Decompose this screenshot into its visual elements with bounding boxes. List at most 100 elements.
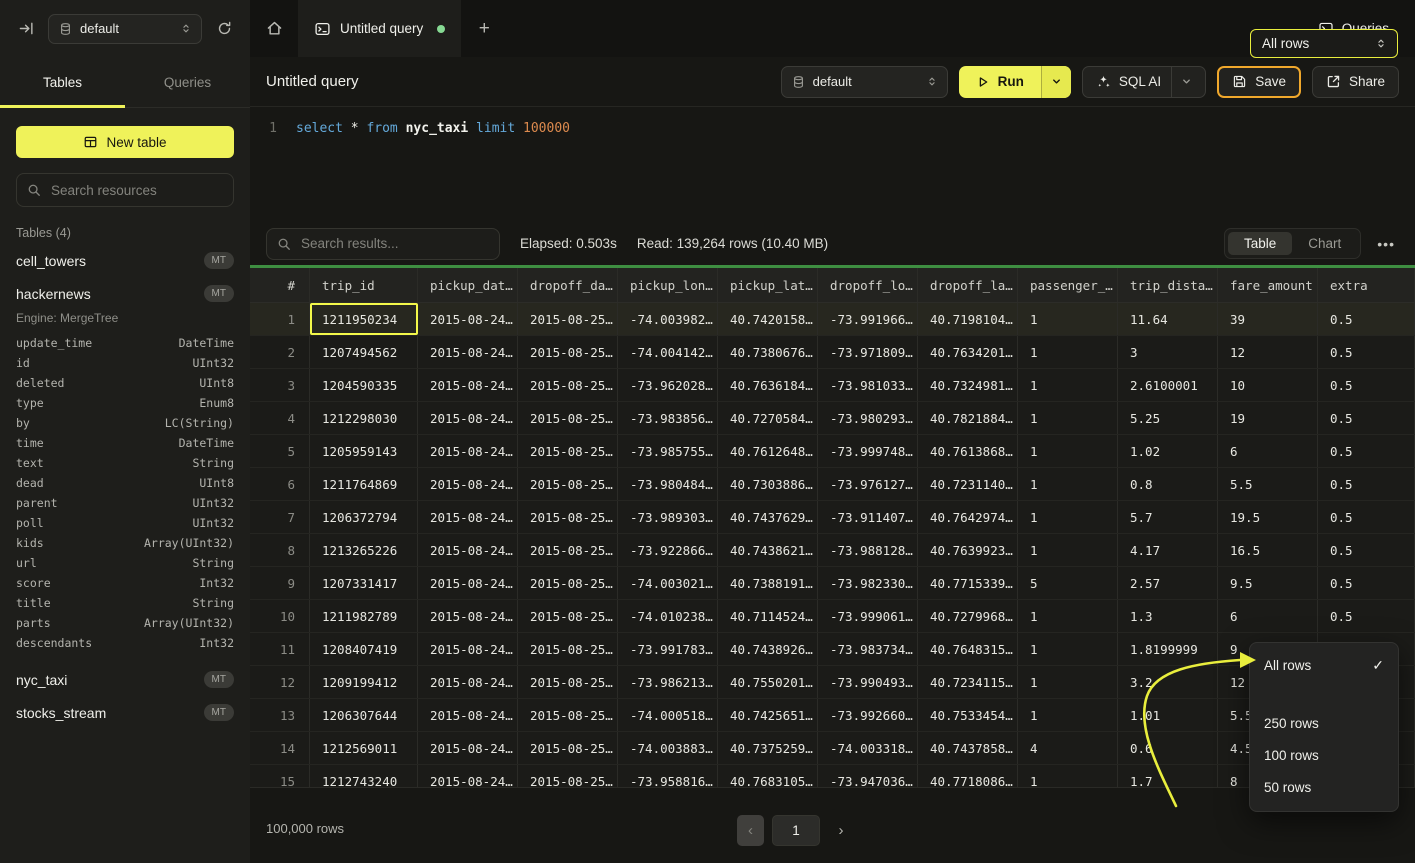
sidebar-item-table[interactable]: stocks_streamMT bbox=[0, 696, 250, 729]
table-cell[interactable]: 0.5 bbox=[1318, 501, 1415, 533]
table-cell[interactable]: 3.2 bbox=[1118, 666, 1218, 698]
table-cell[interactable]: 40.7612648… bbox=[718, 435, 818, 467]
row-index-cell[interactable]: 11 bbox=[250, 633, 310, 665]
menu-item-all-rows[interactable]: All rows✓ bbox=[1250, 649, 1398, 681]
table-cell[interactable]: 2015-08-25… bbox=[518, 633, 618, 665]
table-cell[interactable]: 2015-08-24… bbox=[418, 600, 518, 632]
table-cell[interactable]: 1 bbox=[1018, 468, 1118, 500]
table-cell[interactable]: 2015-08-24… bbox=[418, 699, 518, 731]
sidebar-item-table[interactable]: cell_towersMT bbox=[0, 244, 250, 277]
table-cell[interactable]: 40.7270584… bbox=[718, 402, 818, 434]
sidebar-tab-tables[interactable]: Tables bbox=[0, 57, 125, 107]
table-cell[interactable]: -73.986213… bbox=[618, 666, 718, 698]
table-cell[interactable]: 40.7279968… bbox=[918, 600, 1018, 632]
share-button[interactable]: Share bbox=[1312, 66, 1399, 98]
more-options-button[interactable]: ••• bbox=[1373, 232, 1399, 256]
table-cell[interactable]: 2015-08-24… bbox=[418, 435, 518, 467]
table-cell[interactable]: 1 bbox=[1018, 402, 1118, 434]
table-cell[interactable]: 2015-08-24… bbox=[418, 303, 518, 335]
table-cell[interactable]: -73.983734… bbox=[818, 633, 918, 665]
column-header[interactable]: passenger_… bbox=[1018, 268, 1118, 302]
table-cell[interactable]: 1206307644 bbox=[310, 699, 418, 731]
table-cell[interactable]: 40.7231140… bbox=[918, 468, 1018, 500]
table-cell[interactable]: 9.5 bbox=[1218, 567, 1318, 599]
table-cell[interactable]: 1.7 bbox=[1118, 765, 1218, 788]
table-cell[interactable]: 40.7388191… bbox=[718, 567, 818, 599]
table-cell[interactable]: 11.64 bbox=[1118, 303, 1218, 335]
column-header[interactable]: pickup_lon… bbox=[618, 268, 718, 302]
table-cell[interactable]: -74.000518… bbox=[618, 699, 718, 731]
table-cell[interactable]: -73.989303… bbox=[618, 501, 718, 533]
menu-item-100-rows[interactable]: 100 rows bbox=[1250, 739, 1398, 771]
table-cell[interactable]: 1207331417 bbox=[310, 567, 418, 599]
table-cell[interactable]: 2015-08-24… bbox=[418, 633, 518, 665]
table-cell[interactable]: 0.5 bbox=[1318, 369, 1415, 401]
view-tab-table[interactable]: Table bbox=[1228, 232, 1292, 255]
table-cell[interactable]: 1 bbox=[1018, 303, 1118, 335]
table-cell[interactable]: -73.976127… bbox=[818, 468, 918, 500]
table-cell[interactable]: 2.57 bbox=[1118, 567, 1218, 599]
table-cell[interactable]: 19 bbox=[1218, 402, 1318, 434]
table-cell[interactable]: -73.982330… bbox=[818, 567, 918, 599]
table-cell[interactable]: 40.7324981… bbox=[918, 369, 1018, 401]
table-cell[interactable]: -73.980293… bbox=[818, 402, 918, 434]
table-cell[interactable]: -74.003982… bbox=[618, 303, 718, 335]
table-cell[interactable]: 1212569011 bbox=[310, 732, 418, 764]
table-cell[interactable]: 1 bbox=[1018, 336, 1118, 368]
table-cell[interactable]: 1211950234 bbox=[310, 303, 418, 335]
table-cell[interactable]: 0.5 bbox=[1318, 534, 1415, 566]
table-cell[interactable]: -73.999061… bbox=[818, 600, 918, 632]
table-cell[interactable]: 40.7437858… bbox=[918, 732, 1018, 764]
table-cell[interactable]: -73.971809… bbox=[818, 336, 918, 368]
table-cell[interactable]: 16.5 bbox=[1218, 534, 1318, 566]
topbar-database-selector[interactable]: default bbox=[48, 14, 202, 44]
row-index-cell[interactable]: 15 bbox=[250, 765, 310, 788]
row-index-cell[interactable]: 12 bbox=[250, 666, 310, 698]
row-index-cell[interactable]: 13 bbox=[250, 699, 310, 731]
table-cell[interactable]: 12 bbox=[1218, 336, 1318, 368]
column-header[interactable]: trip_id bbox=[310, 268, 418, 302]
table-cell[interactable]: 40.7438621… bbox=[718, 534, 818, 566]
table-cell[interactable]: 40.7683105… bbox=[718, 765, 818, 788]
table-cell[interactable]: -73.988128… bbox=[818, 534, 918, 566]
table-cell[interactable]: 0.8 bbox=[1118, 468, 1218, 500]
table-cell[interactable]: 39 bbox=[1218, 303, 1318, 335]
table-cell[interactable]: 2015-08-24… bbox=[418, 534, 518, 566]
collapse-sidebar-button[interactable] bbox=[14, 17, 38, 41]
row-index-cell[interactable]: 6 bbox=[250, 468, 310, 500]
table-cell[interactable]: 1204590335 bbox=[310, 369, 418, 401]
view-tab-chart[interactable]: Chart bbox=[1292, 232, 1357, 255]
table-cell[interactable]: 40.7437629… bbox=[718, 501, 818, 533]
table-cell[interactable]: 6 bbox=[1218, 600, 1318, 632]
table-cell[interactable]: -73.958816… bbox=[618, 765, 718, 788]
table-cell[interactable]: -73.983856… bbox=[618, 402, 718, 434]
table-cell[interactable]: 4.17 bbox=[1118, 534, 1218, 566]
sidebar-search-input[interactable] bbox=[49, 182, 223, 199]
table-cell[interactable]: 1.02 bbox=[1118, 435, 1218, 467]
table-cell[interactable]: -73.992660… bbox=[818, 699, 918, 731]
page-size-select[interactable]: All rows bbox=[1250, 29, 1398, 58]
table-cell[interactable]: 2015-08-24… bbox=[418, 732, 518, 764]
table-cell[interactable]: 2015-08-24… bbox=[418, 336, 518, 368]
table-cell[interactable]: 1212298030 bbox=[310, 402, 418, 434]
table-cell[interactable]: 40.7648315… bbox=[918, 633, 1018, 665]
table-cell[interactable]: 1208407419 bbox=[310, 633, 418, 665]
table-cell[interactable]: 5 bbox=[1018, 567, 1118, 599]
table-cell[interactable]: -73.991966… bbox=[818, 303, 918, 335]
save-button[interactable]: Save bbox=[1217, 66, 1301, 98]
menu-item-50-rows[interactable]: 50 rows bbox=[1250, 771, 1398, 803]
table-cell[interactable]: 5.7 bbox=[1118, 501, 1218, 533]
table-cell[interactable]: 1205959143 bbox=[310, 435, 418, 467]
refresh-button[interactable] bbox=[212, 17, 236, 41]
table-cell[interactable]: 40.7114524… bbox=[718, 600, 818, 632]
table-cell[interactable]: 2015-08-24… bbox=[418, 468, 518, 500]
table-cell[interactable]: -73.980484… bbox=[618, 468, 718, 500]
table-cell[interactable]: 1.01 bbox=[1118, 699, 1218, 731]
sidebar-tab-queries[interactable]: Queries bbox=[125, 57, 250, 107]
table-cell[interactable]: 40.7550201… bbox=[718, 666, 818, 698]
table-cell[interactable]: -74.003883… bbox=[618, 732, 718, 764]
column-header[interactable]: pickup_lat… bbox=[718, 268, 818, 302]
table-cell[interactable]: 40.7642974… bbox=[918, 501, 1018, 533]
sidebar-item-table[interactable]: nyc_taxiMT bbox=[0, 663, 250, 696]
tab-untitled-query[interactable]: Untitled query bbox=[298, 0, 461, 57]
